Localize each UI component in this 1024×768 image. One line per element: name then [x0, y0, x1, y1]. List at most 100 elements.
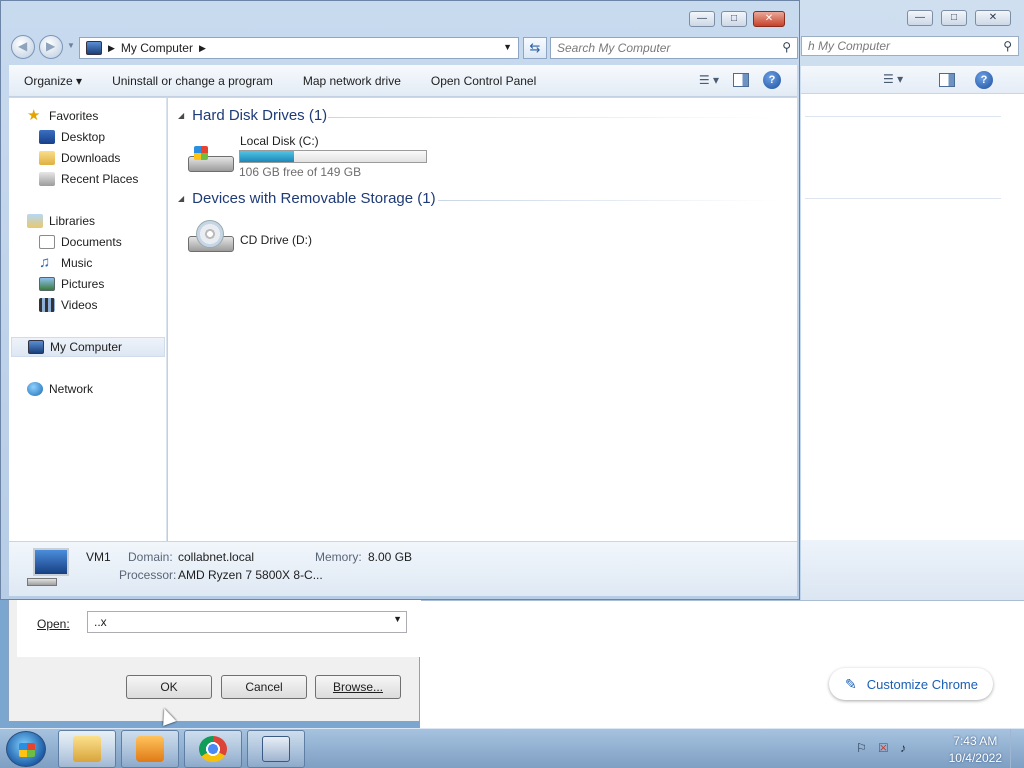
media-player-icon — [136, 736, 164, 762]
maximize-button[interactable]: □ — [721, 11, 747, 27]
volume-icon[interactable]: ♪ — [900, 741, 914, 755]
nav-item-documents[interactable]: Documents — [39, 232, 122, 252]
action-center-icon[interactable]: ⚐ — [856, 741, 870, 755]
collapse-triangle-icon[interactable]: ◢ — [178, 194, 184, 203]
nav-item-recent-places[interactable]: Recent Places — [39, 169, 138, 189]
run-dialog: Open: ..x ▼ OK Cancel Browse... — [8, 598, 421, 722]
content-edge — [791, 98, 797, 541]
videos-icon — [39, 298, 55, 312]
bg-minimize-button[interactable]: — — [907, 10, 933, 26]
remote-desktop-icon — [262, 736, 290, 762]
breadcrumb-my-computer[interactable]: My Computer — [121, 41, 193, 55]
customize-chrome-button[interactable]: ✎ Customize Chrome — [829, 668, 993, 700]
recent-pages-chevron-icon[interactable]: ▼ — [67, 41, 75, 50]
computer-name: VM1 — [86, 550, 111, 564]
breadcrumb-arrow-icon[interactable]: ▶ — [199, 43, 206, 54]
browse-button[interactable]: Browse... — [315, 675, 401, 699]
open-value: ..x — [94, 615, 107, 629]
collapse-triangle-icon[interactable]: ◢ — [178, 111, 184, 120]
open-control-panel-button[interactable]: Open Control Panel — [416, 74, 551, 88]
close-button[interactable]: ✕ — [753, 11, 785, 27]
cd-drive-icon[interactable] — [186, 220, 238, 260]
customize-chrome-label: Customize Chrome — [866, 676, 978, 692]
address-bar[interactable]: ▶ My Computer ▶ ▼ — [79, 37, 519, 59]
chrome-new-tab-page — [420, 600, 1024, 728]
chevron-down-icon[interactable]: ▼ — [393, 614, 402, 624]
bg-search-box[interactable]: h My Computer ⚲ — [801, 36, 1019, 56]
nav-item-desktop[interactable]: Desktop — [39, 127, 105, 147]
drive-c-usage-fill — [240, 151, 294, 162]
run-dialog-body: Open: ..x ▼ — [17, 599, 421, 657]
help-icon[interactable]: ? — [763, 71, 781, 89]
open-label: Open: — [37, 617, 70, 631]
processor-value: AMD Ryzen 7 5800X 8-C... — [178, 568, 323, 582]
search-icon[interactable]: ⚲ — [782, 40, 791, 54]
star-icon: ★ — [27, 107, 41, 124]
bg-details-pane — [801, 540, 1024, 600]
nav-item-favorites[interactable]: ★ Favorites — [27, 106, 98, 126]
forward-arrow-icon: ▶ — [46, 39, 56, 53]
hard-drive-icon[interactable] — [186, 140, 238, 180]
refresh-button[interactable]: ⇆ — [523, 37, 547, 59]
bg-maximize-button[interactable]: □ — [941, 10, 967, 26]
nav-item-downloads[interactable]: Downloads — [39, 148, 120, 168]
open-combobox[interactable]: ..x ▼ — [87, 611, 407, 633]
search-placeholder: Search My Computer — [557, 41, 671, 55]
nav-item-music[interactable]: ♫ Music — [39, 253, 92, 273]
nav-item-network[interactable]: Network — [27, 379, 93, 399]
group-divider — [328, 117, 778, 118]
cancel-button[interactable]: Cancel — [221, 675, 307, 699]
drive-d-name[interactable]: CD Drive (D:) — [240, 233, 312, 247]
taskbar-media-player[interactable] — [121, 730, 179, 768]
drive-c-free-space: 106 GB free of 149 GB — [239, 165, 362, 179]
breadcrumb-arrow-icon[interactable]: ▶ — [108, 43, 115, 54]
drive-c-name[interactable]: Local Disk (C:) — [240, 134, 319, 148]
memory-label: Memory: — [315, 550, 362, 564]
organize-button[interactable]: Organize ▾ — [9, 74, 97, 88]
ok-button[interactable]: OK — [126, 675, 212, 699]
uninstall-button[interactable]: Uninstall or change a program — [97, 74, 288, 88]
group-divider — [438, 200, 778, 201]
group-header-hard-disk-drives[interactable]: ◢ Hard Disk Drives (1) — [178, 107, 327, 124]
network-disconnected-icon[interactable]: ☒ — [878, 741, 892, 755]
libraries-icon — [27, 214, 43, 228]
domain-value: collabnet.local — [178, 550, 255, 564]
nav-item-videos[interactable]: Videos — [39, 295, 97, 315]
pictures-icon — [39, 277, 55, 291]
preview-pane-icon[interactable] — [733, 73, 749, 87]
map-network-drive-button[interactable]: Map network drive — [288, 74, 416, 88]
taskbar-remote-desktop[interactable] — [247, 730, 305, 768]
windows-logo-icon — [194, 146, 208, 160]
nav-item-pictures[interactable]: Pictures — [39, 274, 104, 294]
minimize-button[interactable]: — — [689, 11, 715, 27]
computer-icon — [28, 340, 44, 354]
nav-item-my-computer[interactable]: My Computer — [11, 337, 165, 357]
music-icon: ♫ — [39, 254, 51, 271]
taskbar: ⚐ ☒ ♪ 7:43 AM 10/4/2022 — [0, 728, 1024, 768]
nav-item-libraries[interactable]: Libraries — [27, 211, 95, 231]
bg-close-button[interactable]: ✕ — [975, 10, 1011, 26]
clock[interactable]: 7:43 AM 10/4/2022 — [949, 733, 1002, 767]
address-dropdown-icon[interactable]: ▼ — [503, 42, 512, 52]
processor-label: Processor: — [119, 568, 177, 582]
taskbar-explorer[interactable] — [58, 730, 116, 768]
domain-label: Domain: — [128, 550, 173, 564]
views-icon[interactable]: ☰ ▾ — [699, 73, 719, 87]
search-icon: ⚲ — [1003, 39, 1012, 53]
navigation-bar: ◀ ▶ ▼ ▶ My Computer ▶ ▼ ⇆ Search My Comp… — [9, 35, 798, 61]
forward-button[interactable]: ▶ — [39, 35, 63, 59]
desktop-icon — [39, 130, 55, 144]
back-button[interactable]: ◀ — [11, 35, 35, 59]
recent-places-icon — [39, 172, 55, 186]
show-desktop-button[interactable] — [1010, 729, 1024, 768]
memory-value: 8.00 GB — [368, 550, 413, 564]
group-header-removable-storage[interactable]: ◢ Devices with Removable Storage (1) — [178, 190, 436, 207]
start-button[interactable] — [6, 731, 46, 767]
help-icon[interactable]: ? — [975, 71, 993, 89]
preview-pane-icon[interactable] — [939, 73, 955, 87]
taskbar-chrome[interactable] — [184, 730, 242, 768]
search-input[interactable]: Search My Computer ⚲ — [550, 37, 798, 59]
content-pane: ◢ Hard Disk Drives (1) Local Disk (C:) 1… — [168, 98, 791, 541]
views-icon[interactable]: ☰ ▾ — [883, 72, 903, 86]
chrome-icon — [199, 736, 227, 762]
